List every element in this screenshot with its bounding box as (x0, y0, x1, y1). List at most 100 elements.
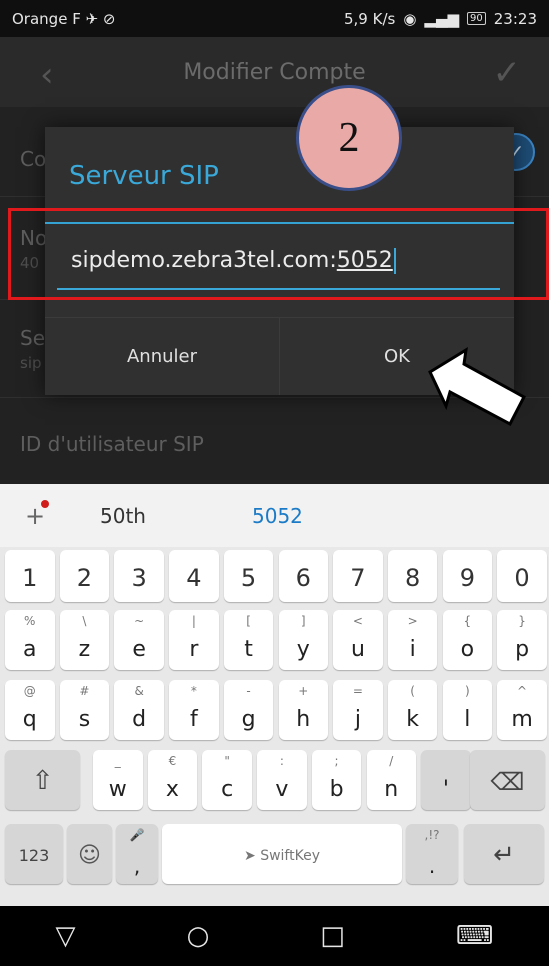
key-label: , (133, 854, 141, 878)
key-l[interactable]: ) l (442, 680, 493, 740)
key-label: 123 (18, 846, 50, 865)
key-d[interactable]: & d (114, 680, 164, 740)
key-label: k (406, 707, 420, 732)
key-secondary-label: ( (410, 684, 415, 698)
numeric-toggle-key[interactable]: 123 (5, 824, 63, 884)
key-apostrophe[interactable]: ' (421, 750, 471, 810)
key-a[interactable]: % a (5, 610, 55, 670)
key-secondary-label: } (518, 614, 526, 628)
backspace-key[interactable]: ⌫ (470, 750, 545, 810)
key-label: v (275, 777, 289, 802)
key-secondary-label: < (352, 614, 363, 628)
key-secondary-label: : (279, 754, 284, 768)
key-secondary-label: & (134, 684, 144, 698)
key-label: h (296, 707, 311, 732)
key-v[interactable]: :v (257, 750, 307, 810)
key-x[interactable]: € x (147, 750, 198, 810)
suggestion-1[interactable]: 50th (100, 504, 220, 528)
key-r[interactable]: | r (169, 610, 219, 670)
key-n[interactable]: / n (366, 750, 416, 810)
key-p[interactable]: } p (497, 610, 547, 670)
key-label: 9 (459, 564, 475, 592)
key-1[interactable]: 1 (5, 550, 55, 602)
key-label: n (384, 777, 399, 802)
key-w[interactable]: _ w (93, 750, 143, 810)
key-3[interactable]: 3 (114, 550, 164, 602)
key-label: m (511, 707, 533, 732)
key-o[interactable]: {o (442, 610, 493, 670)
comma-key[interactable]: 🎤, (116, 824, 158, 884)
key-q[interactable]: @ q (5, 680, 55, 740)
key-t[interactable]: [t (223, 610, 274, 670)
circle-home-icon[interactable]: ○ (187, 921, 210, 951)
key-label: 6 (295, 564, 311, 592)
key-label: p (515, 637, 530, 662)
key-8[interactable]: 8 (387, 550, 438, 602)
triangle-back-icon[interactable]: ▽ (56, 921, 76, 951)
key-secondary-label: @ (23, 684, 36, 698)
key-0[interactable]: 0 (497, 550, 547, 602)
key-label: . (428, 854, 436, 878)
key-label: f (189, 707, 198, 732)
key-label: z (78, 637, 91, 662)
key-label: t (244, 637, 253, 662)
key-4[interactable]: 4 (169, 550, 219, 602)
key-label: 1 (22, 564, 38, 592)
key-2[interactable]: 2 (59, 550, 110, 602)
key-g[interactable]: -g (223, 680, 274, 740)
key-label: l (464, 707, 471, 732)
suggestion-2[interactable]: 5052 (252, 504, 372, 528)
key-h[interactable]: + h (278, 680, 328, 740)
keyboard-icon[interactable]: ⌨ (456, 921, 494, 951)
key-label: 2 (76, 564, 93, 592)
key-secondary-label: - (246, 684, 251, 698)
key-label: u (350, 637, 365, 662)
key-u[interactable]: < u (333, 610, 383, 670)
key-c[interactable]: " c (202, 750, 252, 810)
key-label: ⌫ (490, 768, 525, 796)
key-7[interactable]: 7 (333, 550, 383, 602)
key-label: 3 (131, 564, 147, 592)
key-9[interactable]: 9 (442, 550, 493, 602)
key-secondary-label: % (24, 614, 36, 628)
key-label: s (78, 707, 91, 732)
key-label: x (165, 777, 179, 802)
key-secondary-label: { (463, 614, 472, 628)
key-6[interactable]: 6 (278, 550, 328, 602)
key-i[interactable]: > i (387, 610, 438, 670)
key-label: a (23, 637, 37, 662)
key-label: d (132, 707, 147, 732)
plus-icon[interactable]: + (0, 499, 70, 530)
key-label: y (296, 637, 310, 662)
key-label: 7 (350, 564, 366, 592)
key-s[interactable]: # s (59, 680, 110, 740)
key-z[interactable]: \ z (59, 610, 110, 670)
key-secondary-label: ~ (134, 614, 145, 628)
key-5[interactable]: 5 (223, 550, 274, 602)
key-f[interactable]: * f (169, 680, 219, 740)
key-secondary-label: ] (300, 614, 306, 628)
key-label: r (189, 637, 199, 662)
key-secondary-label: | (191, 614, 196, 628)
enter-key[interactable]: ↵ (464, 824, 544, 884)
key-secondary-label: # (79, 684, 90, 698)
emoji-key[interactable]: ☺ (67, 824, 112, 884)
key-secondary-label: + (298, 684, 309, 698)
square-recents-icon[interactable]: □ (320, 921, 345, 951)
key-k[interactable]: (k (387, 680, 438, 740)
key-y[interactable]: ] y (278, 610, 328, 670)
key-b[interactable]: ; b (311, 750, 362, 810)
key-m[interactable]: ^ m (497, 680, 547, 740)
key-label: 4 (186, 564, 202, 592)
key-label: ↵ (493, 840, 515, 870)
space-key[interactable]: ➤ SwiftKey (162, 824, 402, 884)
key-label: c (221, 777, 234, 802)
key-e[interactable]: ~ e (114, 610, 164, 670)
key-label: j (354, 707, 361, 732)
key-label: w (108, 777, 127, 802)
key-secondary-label: ; (334, 754, 339, 768)
period-key[interactable]: ,!?. (406, 824, 458, 884)
key-secondary-label: _ (114, 754, 121, 768)
shift-key[interactable]: ⇧ (5, 750, 80, 810)
key-j[interactable]: = j (333, 680, 383, 740)
